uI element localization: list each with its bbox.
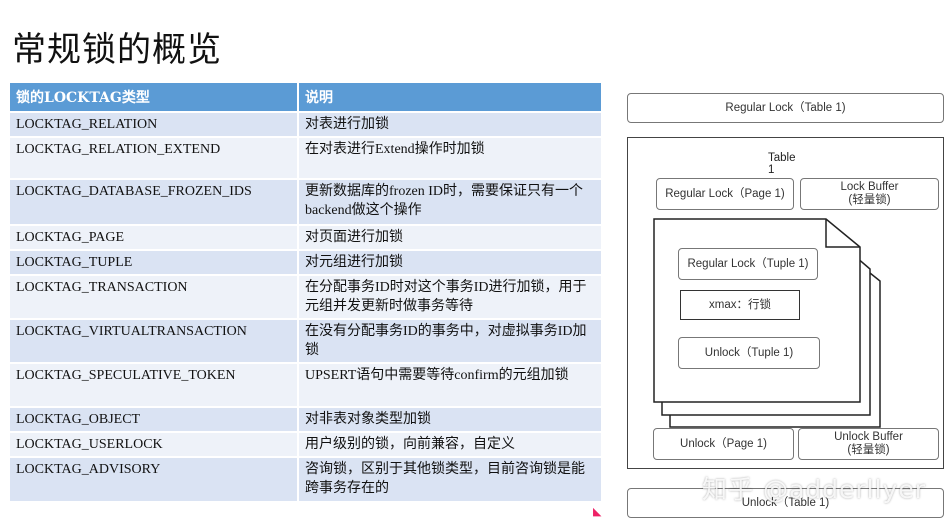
- regular-lock-tuple-box: Regular Lock（Tuple 1): [678, 248, 818, 280]
- corner-logo-icon: ◣: [593, 505, 602, 518]
- locktag-cell: LOCKTAG_DATABASE_FROZEN_IDS: [10, 178, 299, 225]
- table-row: LOCKTAG_PAGE 对页面进行加锁: [10, 224, 603, 250]
- locktag-table: 锁的LOCKTAG类型 说明 LOCKTAG_RELATION 对表进行加锁 LOC…: [10, 83, 603, 501]
- table-row: LOCKTAG_OBJECT 对非表对象类型加锁: [10, 406, 603, 432]
- table-row: LOCKTAG_RELATION 对表进行加锁: [10, 111, 603, 137]
- stacked-pages: [653, 218, 881, 428]
- locktag-cell: LOCKTAG_OBJECT: [10, 406, 299, 432]
- xmax-box: xmax：行锁: [680, 290, 800, 320]
- lock-buffer-line1: Lock Buffer: [840, 181, 899, 193]
- page-title: 常规锁的概览: [12, 30, 222, 70]
- table-row: LOCKTAG_VIRTUALTRANSACTION 在没有分配事务ID的事务中，…: [10, 318, 603, 363]
- table-row: LOCKTAG_DATABASE_FROZEN_IDS 更新数据库的frozen …: [10, 178, 603, 225]
- description-cell: 在分配事务ID时对这个事务ID进行加锁，用于元组并发更新时做事务等待: [298, 274, 603, 319]
- description-cell: 对非表对象类型加锁: [298, 406, 603, 432]
- description-cell: 对元组进行加锁: [298, 249, 603, 275]
- description-cell: 更新数据库的frozen ID时，需要保证只有一个backend做这个操作: [298, 178, 603, 225]
- table-row: LOCKTAG_RELATION_EXTEND 在对表进行Extend操作时加锁: [10, 136, 603, 179]
- column-header-locktag: 锁的LOCKTAG类型: [10, 83, 299, 112]
- description-cell: 用户级别的锁，向前兼容，自定义: [298, 431, 603, 457]
- unlock-buffer-line1: Unlock Buffer: [834, 431, 903, 443]
- locktag-cell: LOCKTAG_VIRTUALTRANSACTION: [10, 318, 299, 363]
- description-cell: 在对表进行Extend操作时加锁: [298, 136, 603, 179]
- table-row: LOCKTAG_TUPLE 对元组进行加锁: [10, 249, 603, 275]
- watermark: 知乎 @adderllyer: [702, 475, 927, 504]
- locktag-cell: LOCKTAG_SPECULATIVE_TOKEN: [10, 362, 299, 407]
- locktag-cell: LOCKTAG_ADVISORY: [10, 456, 299, 501]
- unlock-buffer-line2: (轻量锁): [847, 444, 890, 456]
- table-header-row: 锁的LOCKTAG类型 说明: [10, 83, 603, 112]
- locktag-cell: LOCKTAG_PAGE: [10, 224, 299, 250]
- table1-label: Table 1: [768, 152, 796, 176]
- unlock-tuple-box: Unlock（Tuple 1): [678, 337, 820, 369]
- locktag-cell: LOCKTAG_USERLOCK: [10, 431, 299, 457]
- description-cell: 对表进行加锁: [298, 111, 603, 137]
- locktag-cell: LOCKTAG_TUPLE: [10, 249, 299, 275]
- table-row: LOCKTAG_USERLOCK 用户级别的锁，向前兼容，自定义: [10, 431, 603, 457]
- regular-lock-table-box: Regular Lock（Table 1): [627, 93, 944, 123]
- description-cell: UPSERT语句中需要等待confirm的元组加锁: [298, 362, 603, 407]
- table-row: LOCKTAG_SPECULATIVE_TOKEN UPSERT语句中需要等待co…: [10, 362, 603, 407]
- table-row: LOCKTAG_ADVISORY 咨询锁，区别于其他锁类型，目前咨询锁是能跨事务存…: [10, 456, 603, 501]
- column-header-desc: 说明: [298, 83, 603, 112]
- description-cell: 对页面进行加锁: [298, 224, 603, 250]
- unlock-page-box: Unlock（Page 1): [653, 428, 794, 460]
- table-row: LOCKTAG_TRANSACTION 在分配事务ID时对这个事务ID进行加锁，用…: [10, 274, 603, 319]
- description-cell: 在没有分配事务ID的事务中，对虚拟事务ID加锁: [298, 318, 603, 363]
- unlock-buffer-box: Unlock Buffer (轻量锁): [798, 428, 939, 460]
- description-cell: 咨询锁，区别于其他锁类型，目前咨询锁是能跨事务存在的: [298, 456, 603, 501]
- locktag-cell: LOCKTAG_RELATION: [10, 111, 299, 137]
- locktag-cell: LOCKTAG_RELATION_EXTEND: [10, 136, 299, 179]
- locktag-cell: LOCKTAG_TRANSACTION: [10, 274, 299, 319]
